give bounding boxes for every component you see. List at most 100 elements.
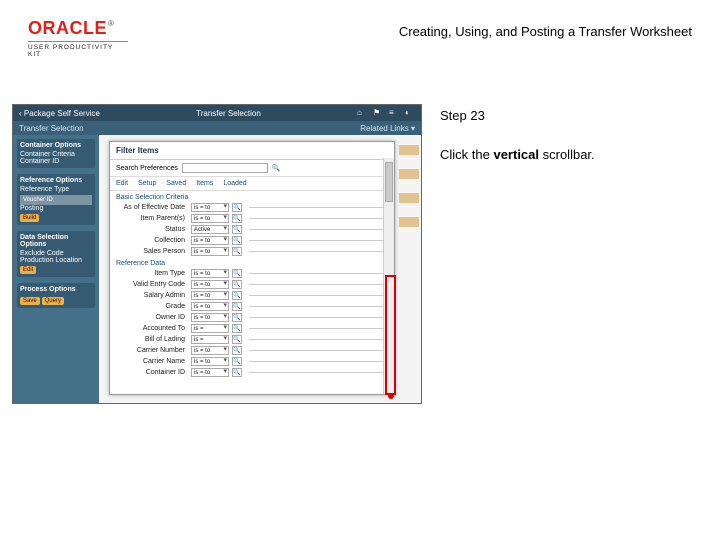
operator-select[interactable]: is = to <box>191 247 229 256</box>
secondbar-right[interactable]: Related Links ▾ <box>360 124 415 133</box>
sidebar-item[interactable]: Exclude Code <box>20 250 92 257</box>
value-input[interactable] <box>249 240 388 241</box>
form-rows-2: Item Typeis = to🔍Valid Entry Codeis = to… <box>110 268 394 378</box>
lookup-icon[interactable]: 🔍 <box>232 247 242 256</box>
search-label: Search Preferences <box>116 165 178 172</box>
operator-select[interactable]: is = to <box>191 368 229 377</box>
edit-button[interactable]: Edit <box>20 266 36 274</box>
field-label: Collection <box>116 237 188 244</box>
operator-select[interactable]: Active <box>191 225 229 234</box>
value-input[interactable] <box>249 306 388 307</box>
flag-icon[interactable]: ⚑ <box>373 108 383 118</box>
tab-loaded[interactable]: Loaded <box>223 180 246 187</box>
lookup-icon[interactable]: 🔍 <box>232 291 242 300</box>
lookup-icon[interactable]: 🔍 <box>232 324 242 333</box>
form-row: Item Parent(s)is = to🔍 <box>110 213 394 224</box>
operator-select[interactable]: is = to <box>191 302 229 311</box>
doc-title: Creating, Using, and Posting a Transfer … <box>399 24 692 39</box>
value-input[interactable] <box>249 284 388 285</box>
home-icon[interactable]: ⌂ <box>357 108 367 118</box>
lookup-icon[interactable]: 🔍 <box>232 269 242 278</box>
lookup-icon[interactable]: 🔍 <box>232 313 242 322</box>
field-label: Carrier Number <box>116 347 188 354</box>
value-input[interactable] <box>249 328 388 329</box>
field-label: Salary Admin <box>116 292 188 299</box>
lookup-icon[interactable]: 🔍 <box>232 346 242 355</box>
lookup-icon[interactable]: 🔍 <box>232 368 242 377</box>
lookup-icon[interactable]: 🔍 <box>232 225 242 234</box>
field-label: Carrier Name <box>116 358 188 365</box>
sidebar-item[interactable]: Posting <box>20 205 92 212</box>
dialog-title: Filter Items <box>110 142 394 160</box>
sidebar-item[interactable]: Voucher ID <box>20 195 92 205</box>
query-button[interactable]: Query <box>42 297 64 305</box>
value-input[interactable] <box>249 350 388 351</box>
lookup-icon[interactable]: 🔍 <box>232 357 242 366</box>
lookup-icon[interactable]: 🔍 <box>232 302 242 311</box>
operator-select[interactable]: is = to <box>191 291 229 300</box>
back-link[interactable]: ‹ Package Self Service <box>19 109 100 118</box>
tab-edit[interactable]: Edit <box>116 180 128 187</box>
value-input[interactable] <box>249 207 388 208</box>
brand-subline: USER PRODUCTIVITY KIT <box>28 41 128 58</box>
build-button[interactable]: Build <box>20 214 39 222</box>
scrollbar-thumb[interactable] <box>385 162 393 202</box>
sidebar-g1-title: Container Options <box>20 142 92 149</box>
tab-setup[interactable]: Setup <box>138 180 156 187</box>
tab-items[interactable]: Items <box>196 180 213 187</box>
topbar-icons: ⌂ ⚑ ≡ ◐ <box>357 108 415 118</box>
section-basic: Basic Selection Criteria <box>110 191 394 202</box>
operator-select[interactable]: is = to <box>191 236 229 245</box>
lookup-icon[interactable]: 🔍 <box>232 335 242 344</box>
value-input[interactable] <box>249 218 388 219</box>
field-label: Owner ID <box>116 314 188 321</box>
app-secondbar: Transfer Selection Related Links ▾ <box>13 121 421 135</box>
value-input[interactable] <box>249 295 388 296</box>
search-input[interactable] <box>182 163 268 173</box>
value-input[interactable] <box>249 372 388 373</box>
form-row: Accounted Tois = 🔍 <box>110 323 394 334</box>
value-input[interactable] <box>249 361 388 362</box>
lookup-icon[interactable]: 🔍 <box>232 203 242 212</box>
sidebar-item[interactable]: Container ID <box>20 158 92 165</box>
sidebar-item[interactable]: Reference Type <box>20 186 92 193</box>
operator-select[interactable]: is = to <box>191 357 229 366</box>
highlight-dot <box>388 393 394 399</box>
save-button[interactable]: Save <box>20 297 40 305</box>
lookup-icon[interactable]: 🔍 <box>232 214 242 223</box>
tab-saved[interactable]: Saved <box>166 180 186 187</box>
value-input[interactable] <box>249 251 388 252</box>
menu-icon[interactable]: ≡ <box>389 108 399 118</box>
operator-select[interactable]: is = to <box>191 214 229 223</box>
value-input[interactable] <box>249 229 388 230</box>
value-input[interactable] <box>249 273 388 274</box>
section-reference: Reference Data <box>110 257 394 268</box>
value-input[interactable] <box>249 317 388 318</box>
filter-items-dialog: Filter Items Search Preferences 🔍 Edit S… <box>109 141 395 395</box>
user-icon[interactable]: ◐ <box>405 108 415 118</box>
value-input[interactable] <box>249 339 388 340</box>
field-label: Status <box>116 226 188 233</box>
form-rows-1: As of Effective Dateis = to🔍Item Parent(… <box>110 202 394 257</box>
operator-select[interactable]: is = to <box>191 346 229 355</box>
field-label: As of Effective Date <box>116 204 188 211</box>
operator-select[interactable]: is = to <box>191 280 229 289</box>
operator-select[interactable]: is = to <box>191 203 229 212</box>
operator-select[interactable]: is = to <box>191 269 229 278</box>
sidebar-g3-title: Data Selection Options <box>20 234 92 248</box>
form-row: Container IDis = to🔍 <box>110 367 394 378</box>
dialog-tabs: Edit Setup Saved Items Loaded <box>110 177 394 191</box>
lookup-icon[interactable]: 🔍 <box>232 236 242 245</box>
field-label: Bill of Lading <box>116 336 188 343</box>
search-icon[interactable]: 🔍 <box>272 164 281 172</box>
main-area: Filter Items Search Preferences 🔍 Edit S… <box>99 135 421 403</box>
form-row: Valid Entry Codeis = to🔍 <box>110 279 394 290</box>
sidebar: Container Options Container Criteria Con… <box>13 135 99 403</box>
sidebar-item[interactable]: Production Location <box>20 257 92 264</box>
operator-select[interactable]: is = to <box>191 313 229 322</box>
lookup-icon[interactable]: 🔍 <box>232 280 242 289</box>
operator-select[interactable]: is = <box>191 335 229 344</box>
sidebar-item[interactable]: Container Criteria <box>20 151 92 158</box>
topbar-title: Transfer Selection <box>196 109 261 118</box>
operator-select[interactable]: is = <box>191 324 229 333</box>
